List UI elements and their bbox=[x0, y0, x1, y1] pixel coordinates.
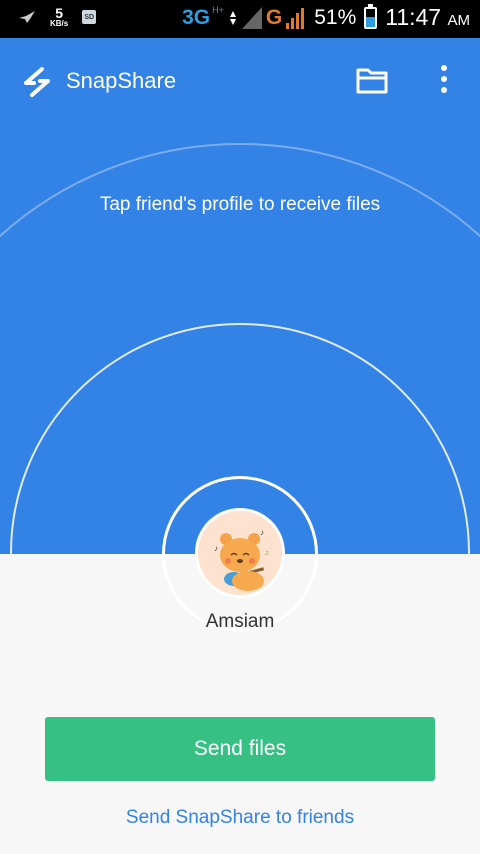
network-3g-label: 3G bbox=[182, 5, 211, 29]
network-speed-unit: KB/s bbox=[50, 19, 69, 28]
status-bar: 5 KB/s SD 3G H+ G 51% 11:47 AM bbox=[0, 0, 480, 38]
signal-strength-icon bbox=[241, 6, 262, 29]
battery-fill bbox=[366, 17, 376, 27]
friend-name[interactable]: Amsiam bbox=[0, 611, 480, 633]
svg-text:♪: ♪ bbox=[214, 544, 218, 553]
sd-card-icon: SD bbox=[82, 10, 97, 24]
bear-with-guitar-icon: ♪ ♪ ♫ bbox=[198, 511, 282, 595]
svg-text:♫: ♫ bbox=[264, 550, 269, 557]
app-bar: SnapShare bbox=[0, 38, 480, 122]
app-title: SnapShare bbox=[66, 68, 177, 93]
network-g-label: G bbox=[265, 5, 283, 29]
radar-area: SnapShare Tap friend's profile to receiv… bbox=[0, 38, 480, 554]
receive-hint: Tap friend's profile to receive files bbox=[99, 194, 381, 215]
folder-icon[interactable] bbox=[354, 64, 390, 96]
clock-ampm: AM bbox=[447, 12, 471, 29]
svg-text:♪: ♪ bbox=[260, 528, 264, 537]
battery-icon bbox=[364, 3, 378, 29]
share-app-link[interactable]: Send SnapShare to friends bbox=[0, 807, 480, 829]
send-files-button[interactable]: Send files bbox=[45, 717, 435, 781]
signal-transfer-icon bbox=[229, 10, 236, 25]
network-hplus-label: H+ bbox=[212, 4, 224, 15]
lightning-icon bbox=[24, 67, 50, 97]
battery-percent: 51% bbox=[314, 5, 357, 29]
more-vert-icon[interactable] bbox=[432, 62, 456, 96]
notification-bird-icon bbox=[19, 11, 35, 23]
clock: 11:47 AM bbox=[385, 4, 470, 31]
network-speed: 5 KB/s bbox=[50, 6, 68, 28]
signal-strength-icon-2 bbox=[286, 7, 305, 29]
clock-time: 11:47 bbox=[385, 4, 442, 30]
network-speed-value: 5 bbox=[55, 5, 64, 21]
friend-avatar[interactable]: ♪ ♪ ♫ bbox=[195, 508, 285, 598]
